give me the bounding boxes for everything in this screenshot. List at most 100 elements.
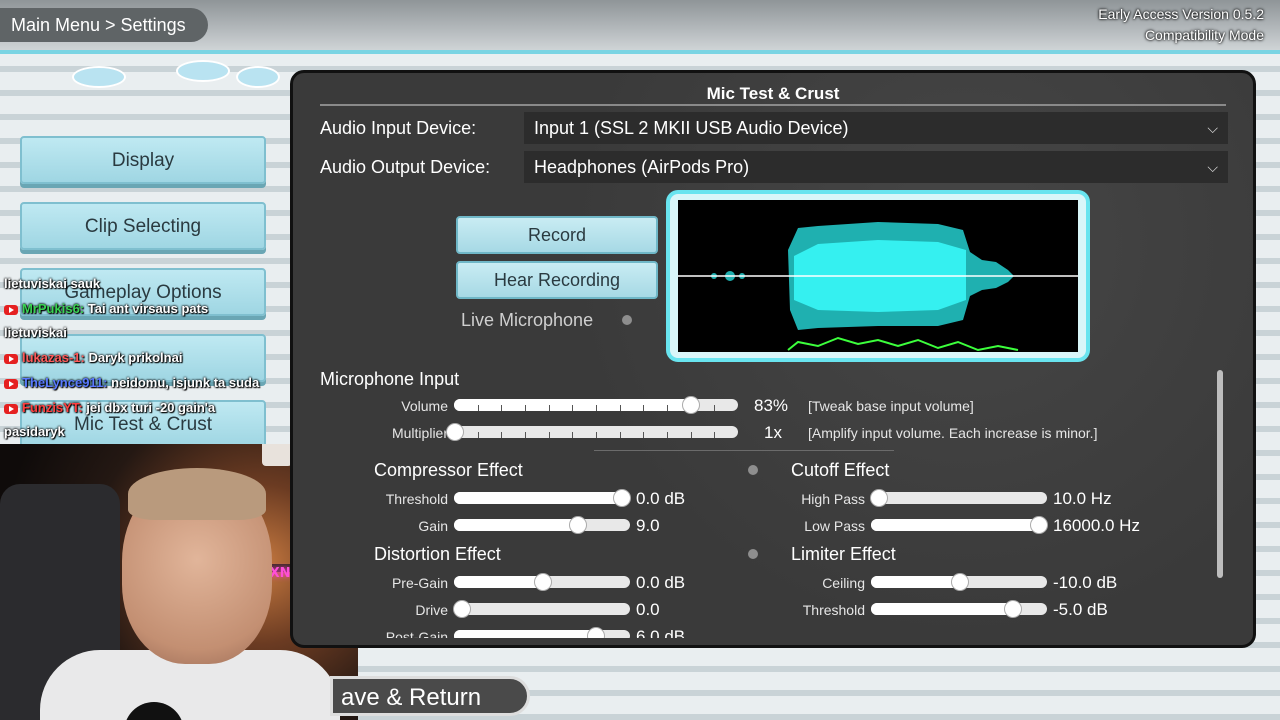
drive-slider[interactable] [453, 600, 630, 618]
audio-input-select[interactable]: Input 1 (SSL 2 MKII USB Audio Device) ⌵ [524, 112, 1228, 144]
slider-tick [619, 432, 621, 438]
volume-value: 83% [754, 396, 789, 415]
slider-knob[interactable] [681, 396, 700, 414]
menu-clip-selecting-button[interactable]: Clip Selecting [20, 202, 266, 250]
live-microphone-label: Live Microphone [461, 310, 594, 330]
post-gain-value: 6.0 dB [636, 627, 686, 638]
high-pass-value: 10.0 Hz [1053, 489, 1112, 508]
chat-text: pasidaryk [4, 424, 65, 439]
ceiling-value: -10.0 dB [1053, 573, 1118, 592]
pre-gain-slider[interactable] [454, 573, 630, 591]
section-divider [594, 450, 894, 451]
audio-output-label: Audio Output Device: [320, 157, 491, 177]
slider-knob[interactable] [446, 423, 464, 441]
slider-ticks [454, 432, 738, 438]
scrollbar[interactable] [1217, 370, 1223, 578]
record-button[interactable]: Record [456, 216, 658, 254]
chat-message: pasidaryk [4, 424, 65, 439]
breadcrumb: Main Menu > Settings [0, 8, 208, 42]
slider-tick [525, 432, 526, 438]
low-pass-value: 16000.0 Hz [1053, 516, 1140, 535]
slider-fill [454, 519, 578, 531]
compressor-gain-value: 9.0 [636, 516, 660, 535]
slider-knob[interactable] [951, 573, 969, 591]
slider-fill [454, 630, 595, 638]
distortion-toggle[interactable] [748, 549, 758, 559]
chat-message: TheLynce911: neidomu, isjunk ta suda [4, 375, 259, 390]
slider-tick [548, 432, 550, 438]
volume-slider[interactable] [454, 396, 738, 414]
pre-gain-value: 0.0 dB [636, 573, 686, 592]
audio-input-value: Input 1 (SSL 2 MKII USB Audio Device) [534, 118, 849, 138]
multiplier-label: Multiplier [391, 425, 448, 441]
chat-message: lietuviskai sauk [4, 276, 100, 291]
menu-display-button[interactable]: Display [20, 136, 266, 184]
slider-tick [501, 405, 503, 411]
compressor-threshold-slider[interactable] [454, 489, 632, 507]
post-gain-label: Post-Gain [385, 629, 448, 638]
youtube-icon [4, 304, 18, 315]
cutoff-title: Cutoff Effect [791, 460, 890, 480]
title-divider [320, 104, 1226, 106]
compressor-toggle[interactable] [748, 465, 758, 475]
slider-knob[interactable] [870, 489, 889, 507]
limiter-threshold-value: -5.0 dB [1053, 600, 1108, 619]
slider-tick [643, 432, 645, 438]
cloud-decoration [176, 60, 230, 82]
limiter-threshold-label: Threshold [802, 602, 865, 618]
compressor-gain-label: Gain [418, 518, 448, 534]
slider-knob[interactable] [534, 573, 552, 591]
cloud-decoration [236, 66, 280, 88]
high-pass-label: High Pass [801, 491, 865, 507]
slider-fill [871, 603, 1012, 615]
chat-user: lukazas-1: [22, 350, 85, 365]
chat-text: jei dbx turi -20 gain'a [86, 400, 216, 415]
slider-tick [714, 405, 716, 411]
live-microphone-toggle[interactable] [622, 315, 632, 325]
high-pass-slider[interactable] [870, 489, 1047, 507]
volume-hint: [Tweak base input volume] [808, 398, 974, 414]
top-bar: Main Menu > Settings Early Access Versio… [0, 0, 1280, 54]
version-info: Early Access Version 0.5.2 Compatibility… [1098, 4, 1264, 46]
save-and-return-button[interactable]: ave & Return [330, 676, 530, 716]
multiplier-slider[interactable] [446, 423, 738, 441]
chat-text: Tai ant virsaus pats [87, 301, 209, 316]
chat-message: lukazas-1: Daryk prikolnai [4, 350, 182, 365]
waveform-graphic [678, 222, 1078, 352]
ceiling-slider[interactable] [871, 573, 1047, 591]
limiter-title: Limiter Effect [791, 544, 896, 564]
slider-tick [619, 405, 621, 411]
compressor-title: Compressor Effect [374, 460, 523, 480]
person-hair [128, 468, 266, 520]
lamp-shape [262, 444, 292, 466]
slider-knob[interactable] [453, 600, 472, 618]
low-pass-slider[interactable] [871, 516, 1049, 534]
chat-user: TheLynce911: [22, 375, 108, 390]
slider-tick [643, 405, 645, 411]
post-gain-slider[interactable] [454, 627, 630, 638]
chat-message: FunzisYT: jei dbx turi -20 gain'a [4, 400, 215, 415]
compressor-gain-slider[interactable] [454, 516, 630, 534]
chat-message: MrPukis6: Tai ant virsaus pats [4, 301, 208, 316]
limiter-threshold-slider[interactable] [871, 600, 1047, 618]
slider-tick [714, 432, 716, 438]
audio-output-value: Headphones (AirPods Pro) [534, 157, 750, 177]
slider-tick [501, 432, 503, 438]
distortion-title: Distortion Effect [374, 544, 501, 564]
chevron-down-icon: ⌵ [1207, 120, 1218, 136]
drive-label: Drive [415, 602, 448, 618]
slider-tick [548, 405, 550, 411]
cloud-decoration [72, 66, 126, 88]
slider-knob[interactable] [1003, 600, 1022, 618]
slider-tick [596, 432, 597, 438]
compatibility-mode-text: Compatibility Mode [1144, 27, 1264, 43]
slider-knob[interactable] [586, 627, 605, 638]
chat-user: MrPukis6: [22, 301, 85, 316]
low-pass-label: Low Pass [804, 518, 865, 534]
audio-output-select[interactable]: Headphones (AirPods Pro) ⌵ [524, 151, 1228, 183]
hear-recording-button[interactable]: Hear Recording [456, 261, 658, 299]
chevron-down-icon: ⌵ [1207, 159, 1218, 175]
volume-label: Volume [401, 398, 448, 414]
waveform-display [678, 200, 1078, 352]
chat-text: lietuviskai [4, 325, 67, 340]
